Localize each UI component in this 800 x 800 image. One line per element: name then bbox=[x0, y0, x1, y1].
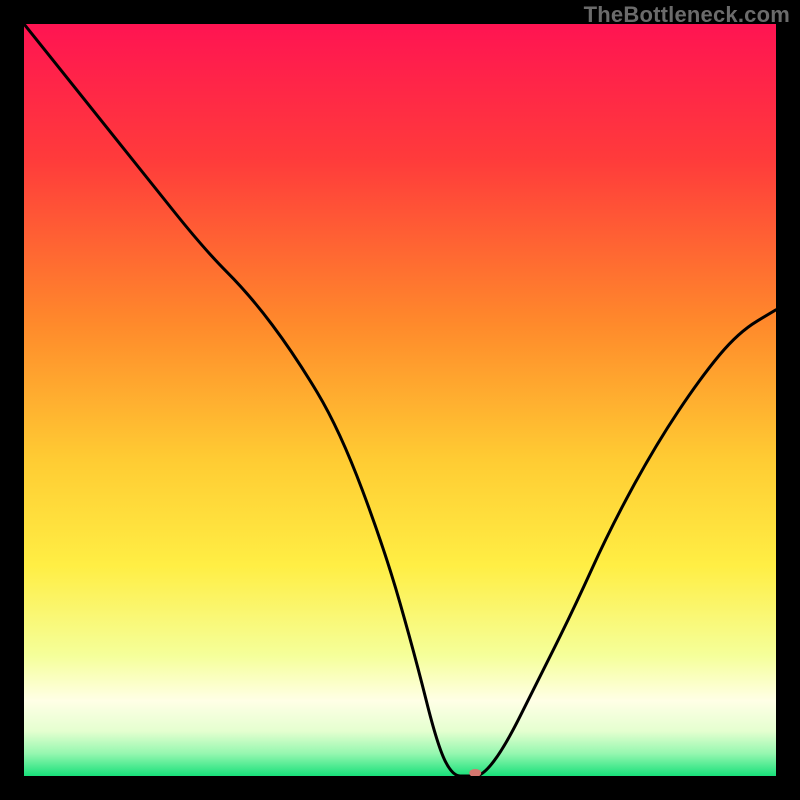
chart-frame: TheBottleneck.com bbox=[0, 0, 800, 800]
gradient-background bbox=[24, 24, 776, 776]
chart-svg bbox=[24, 24, 776, 776]
watermark-label: TheBottleneck.com bbox=[584, 2, 790, 28]
plot-area bbox=[24, 24, 776, 776]
